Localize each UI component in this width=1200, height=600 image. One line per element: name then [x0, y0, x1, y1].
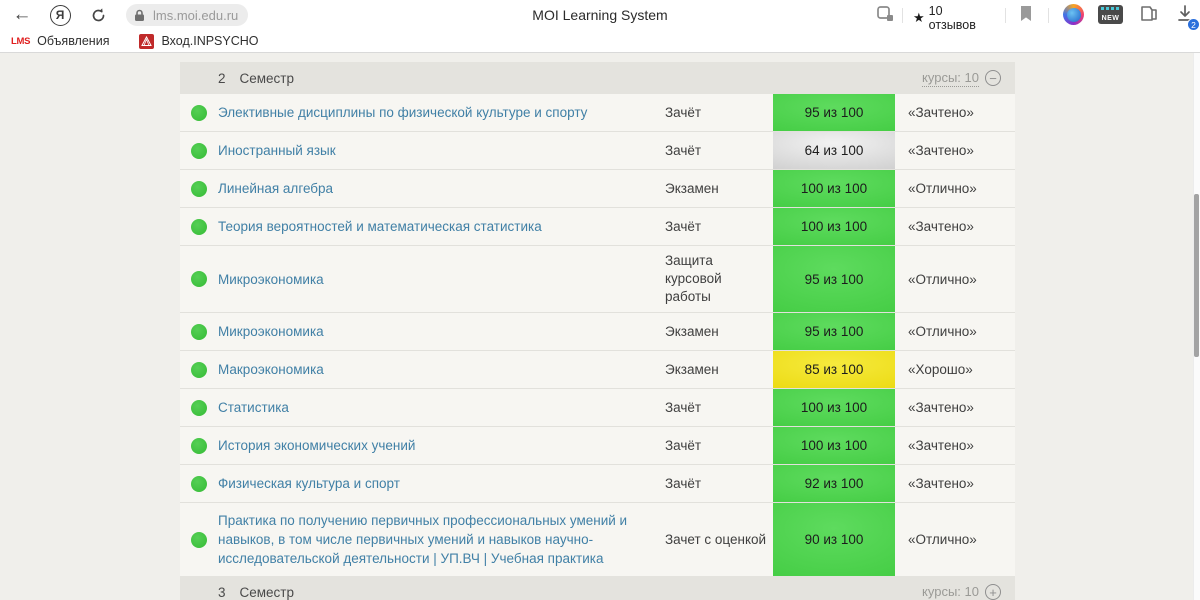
download-icon[interactable]: 2: [1176, 4, 1200, 31]
status-dot-icon: [191, 104, 207, 121]
table-row: Физическая культура и спорт Зачёт 92 из …: [180, 465, 1015, 503]
table-row: Микроэкономика Экзамен 95 из 100 «Отличн…: [180, 313, 1015, 351]
score-badge: 95 из 100: [773, 246, 895, 312]
grade-text: «Зачтено»: [908, 143, 974, 158]
course-link[interactable]: Микроэкономика: [218, 262, 665, 297]
courses-count-link[interactable]: курсы: 10: [922, 584, 979, 600]
score-badge: 100 из 100: [773, 389, 895, 426]
lms-favicon: LMS: [11, 35, 31, 47]
grade-text: «Зачтено»: [908, 476, 974, 491]
grade-text: «Зачтено»: [908, 105, 974, 120]
status-dot-icon: [191, 437, 207, 454]
expand-icon[interactable]: +: [985, 584, 1001, 600]
semester-3-header: 3 Семестр курсы: 10 +: [180, 576, 1015, 600]
status-dot-icon: [191, 323, 207, 340]
site-info-icon[interactable]: [876, 4, 896, 29]
status-dot-icon: [191, 218, 207, 235]
assessment-type: Экзамен: [665, 323, 719, 339]
grades-table: 2 Семестр курсы: 10 − Элективные дисципл…: [180, 62, 1015, 600]
grade-text: «Зачтено»: [908, 400, 974, 415]
course-link[interactable]: Элективные дисциплины по физической куль…: [218, 95, 665, 130]
course-link[interactable]: Линейная алгебра: [218, 171, 665, 206]
reviews-label: 10 отзывов: [928, 4, 976, 32]
table-row: Теория вероятностей и математическая ста…: [180, 208, 1015, 246]
toolbar-divider: [1005, 8, 1006, 23]
assessment-type: Зачёт: [665, 399, 702, 415]
table-row: Иностранный язык Зачёт 64 из 100 «Зачтен…: [180, 132, 1015, 170]
score-badge: 95 из 100: [773, 313, 895, 350]
browser-toolbar: ← Я lms.moi.edu.ru MOI Learning System ★…: [0, 0, 1200, 38]
course-link[interactable]: Физическая культура и спорт: [218, 466, 665, 501]
lms-page: 2 Семестр курсы: 10 − Элективные дисципл…: [0, 53, 1200, 600]
status-dot-icon: [191, 399, 207, 416]
bookmark-inpsycho[interactable]: Вход.INPSYCHO: [139, 33, 259, 49]
collections-icon[interactable]: [1138, 4, 1160, 29]
semester-footer-label: Семестр: [239, 584, 295, 600]
toolbar-divider: [1048, 8, 1049, 23]
extension-circle-icon[interactable]: [1063, 4, 1084, 25]
course-rows: Элективные дисциплины по физической куль…: [180, 94, 1015, 576]
scrollbar-thumb[interactable]: [1194, 194, 1199, 357]
status-dot-icon: [191, 271, 207, 287]
grade-text: «Зачтено»: [908, 219, 974, 234]
assessment-type: Зачёт: [665, 218, 702, 234]
score-badge: 100 из 100: [773, 427, 895, 464]
grade-text: «Отлично»: [908, 324, 977, 339]
assessment-type: Защита курсовой работы: [665, 253, 722, 304]
bookmark-announcements[interactable]: LMS Объявления: [11, 34, 109, 48]
status-dot-icon: [191, 361, 207, 378]
assessment-type: Зачёт: [665, 475, 702, 491]
table-row: Макроэкономика Экзамен 85 из 100 «Хорошо…: [180, 351, 1015, 389]
course-link[interactable]: Теория вероятностей и математическая ста…: [218, 209, 665, 244]
assessment-type: Зачёт: [665, 104, 702, 120]
table-row: Практика по получению первичных професси…: [180, 503, 1015, 576]
assessment-type: Зачёт: [665, 142, 702, 158]
status-dot-icon: [191, 531, 207, 548]
score-badge: 100 из 100: [773, 170, 895, 207]
score-badge: 95 из 100: [773, 94, 895, 131]
table-row: Элективные дисциплины по физической куль…: [180, 94, 1015, 132]
score-badge: 100 из 100: [773, 208, 895, 245]
score-badge: 64 из 100: [773, 132, 895, 169]
star-icon: ★: [913, 10, 925, 25]
course-link[interactable]: Микроэкономика: [218, 314, 665, 349]
score-badge: 90 из 100: [773, 503, 895, 576]
course-link[interactable]: Макроэкономика: [218, 352, 665, 387]
scrollbar-track[interactable]: [1193, 53, 1200, 600]
bookmark-flag-icon[interactable]: [1019, 5, 1033, 23]
assessment-type: Зачёт: [665, 437, 702, 453]
inpsycho-favicon: [139, 33, 155, 49]
status-dot-icon: [191, 475, 207, 492]
table-row: Линейная алгебра Экзамен 100 из 100 «Отл…: [180, 170, 1015, 208]
grade-text: «Отлично»: [908, 181, 977, 196]
grade-text: «Отлично»: [908, 532, 977, 547]
assessment-type: Экзамен: [665, 180, 719, 196]
grade-text: «Зачтено»: [908, 438, 974, 453]
status-dot-icon: [191, 180, 207, 197]
assessment-type: Зачет с оценкой: [665, 531, 767, 547]
status-dot-icon: [191, 142, 207, 159]
grade-text: «Отлично»: [908, 271, 977, 287]
new-extension-icon[interactable]: NEW: [1098, 5, 1123, 24]
bookmarks-bar: LMS Объявления Вход.INPSYCHO: [0, 30, 1200, 53]
collapse-icon[interactable]: −: [985, 70, 1001, 86]
semester-header-label: Семестр: [239, 70, 295, 86]
course-link[interactable]: Статистика: [218, 390, 665, 425]
courses-count-link[interactable]: курсы: 10: [922, 70, 979, 87]
semester-2-header: 2 Семестр курсы: 10 −: [180, 62, 1015, 94]
table-row: Микроэкономика Защита курсовой работы 95…: [180, 246, 1015, 313]
table-row: История экономических учений Зачёт 100 и…: [180, 427, 1015, 465]
course-link[interactable]: Иностранный язык: [218, 133, 665, 168]
score-badge: 92 из 100: [773, 465, 895, 502]
course-link[interactable]: Практика по получению первичных професси…: [218, 503, 665, 576]
score-badge: 85 из 100: [773, 351, 895, 388]
toolbar-divider: [902, 8, 903, 23]
table-row: Статистика Зачёт 100 из 100 «Зачтено»: [180, 389, 1015, 427]
course-link[interactable]: История экономических учений: [218, 428, 665, 463]
grade-text: «Хорошо»: [908, 362, 973, 377]
assessment-type: Экзамен: [665, 361, 719, 377]
